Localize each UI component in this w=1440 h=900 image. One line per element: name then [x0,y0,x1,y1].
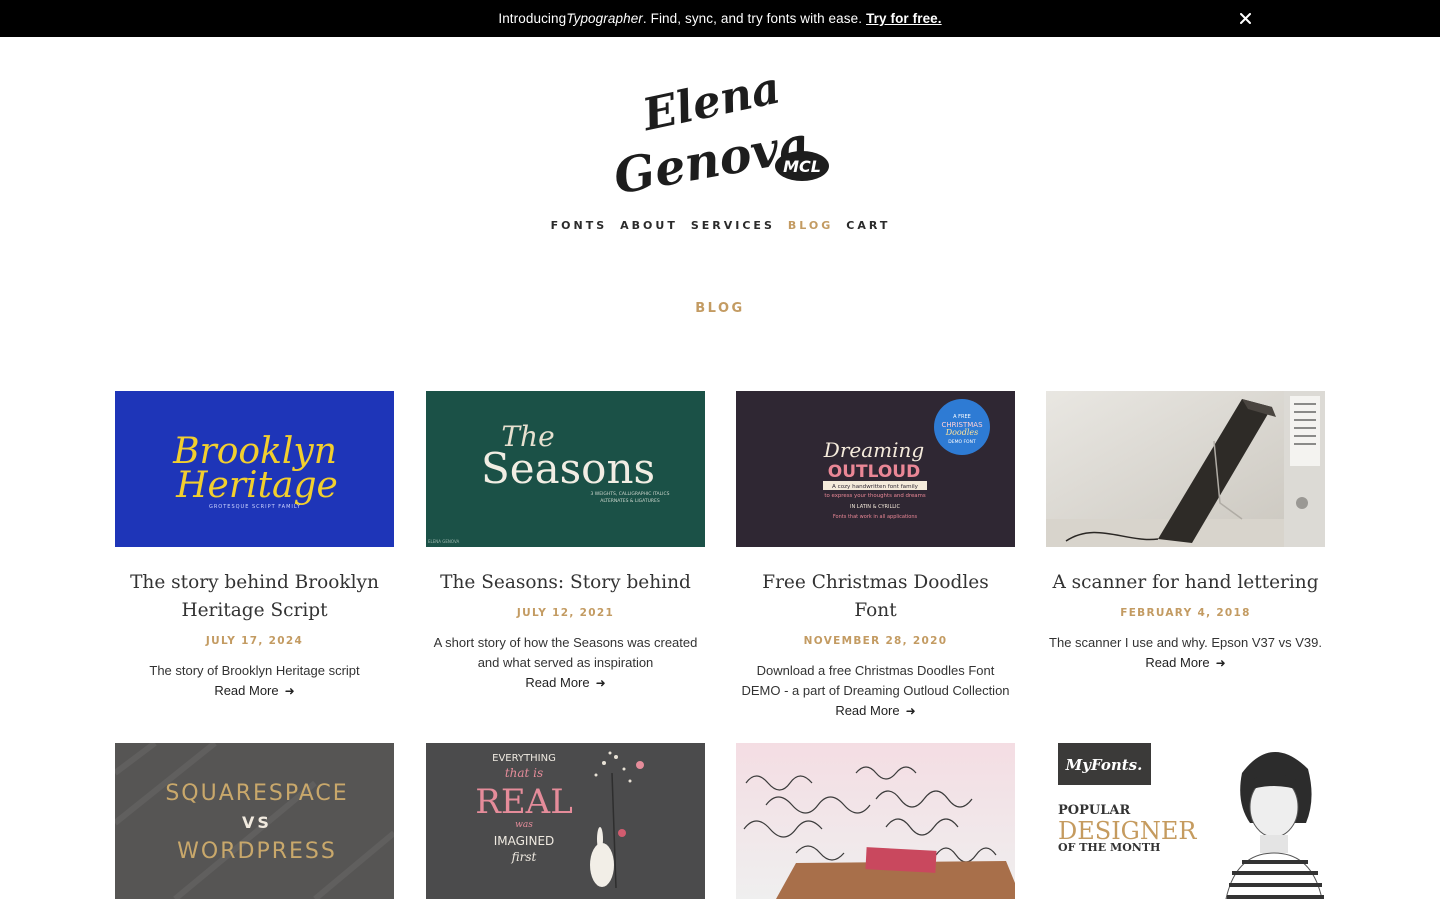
post-thumbnail-everything-real[interactable]: EVERYTHING that is REAL was IMAGINED fir… [426,743,705,899]
thumb-text: Seasons [481,444,655,493]
post-thumbnail-brooklyn[interactable]: Brooklyn Heritage GROTESQUE SCRIPT FAMIL… [115,391,394,547]
blog-card: SQUARESPACE VS WORDPRESS [115,743,394,899]
blog-card: Brooklyn Heritage GROTESQUE SCRIPT FAMIL… [115,391,394,701]
thumb-text: REAL [475,782,573,822]
post-date: NOVEMBER 28, 2020 [803,635,948,647]
post-title[interactable]: Free Christmas Doodles Font [736,569,1015,625]
blog-card: A FREE CHRISTMAS Doodles DEMO FONT Dream… [736,391,1015,721]
thumb-caption: ALTERNATES & LIGATURES [600,498,660,504]
thumb-text: to express your thoughts and dreams [824,493,926,499]
announcement-suffix: . Find, sync, and try fonts with ease. [642,11,863,26]
badge-text: A FREE [953,414,971,420]
thumb-caption: GROTESQUE SCRIPT FAMILY [209,504,301,510]
nav-cart[interactable]: CART [846,219,890,232]
blog-card: The Seasons 3 WEIGHTS, CALLIGRAPHIC ITAL… [426,391,705,693]
logo-badge-text: MCL [783,157,821,176]
blog-card [736,743,1015,899]
post-excerpt: The story of Brooklyn Heritage script [149,663,360,678]
post-thumbnail-dreaming-outloud[interactable]: A FREE CHRISTMAS Doodles DEMO FONT Dream… [736,391,1015,547]
thumb-text: IMAGINED [494,834,555,848]
read-more-link[interactable]: Read More ➜ [736,701,1015,721]
thumb-text: that is [505,766,543,780]
read-more-link[interactable]: Read More ➜ [1046,653,1325,673]
thumb-text: OUTLOUD [828,462,920,482]
thumb-text: VS [242,813,272,832]
blog-card: MyFonts. POPULAR DESIGNER OF THE MONTH [1046,743,1325,899]
blog-card: A scanner for hand lettering FEBRUARY 4,… [1046,391,1325,673]
post-date: FEBRUARY 4, 2018 [1120,607,1251,619]
post-thumbnail-squarespace-vs-wordpress[interactable]: SQUARESPACE VS WORDPRESS [115,743,394,899]
post-date: JULY 12, 2021 [516,607,615,619]
read-more-link[interactable]: Read More ➜ [426,673,705,693]
read-more-label: Read More [835,703,900,718]
post-title[interactable]: A scanner for hand lettering [1046,569,1325,597]
page-title: BLOG [695,301,745,316]
thumb-text: Dreaming [823,438,924,462]
thumb-text: A cozy handwritten font family [832,484,919,490]
thumb-credit: ELENA GENOVA [428,539,459,544]
nav-fonts[interactable]: FONTS [551,219,608,232]
nav-about[interactable]: ABOUT [620,219,678,232]
post-thumbnail-myfonts-designer[interactable]: MyFonts. POPULAR DESIGNER OF THE MONTH [1046,743,1325,899]
post-thumbnail-calligraphy-pen[interactable] [736,743,1015,899]
thumb-text: was [515,820,533,830]
post-excerpt: The scanner I use and why. Epson V37 vs … [1049,635,1322,650]
read-more-label: Read More [214,683,279,698]
read-more-label: Read More [1145,655,1210,670]
site-logo[interactable]: Elena Genova MCL [605,62,845,206]
thumb-text: WORDPRESS [177,839,337,864]
arrow-right-icon: ➜ [595,676,606,690]
thumb-text: Heritage [175,465,338,506]
thumb-text: POPULAR [1058,803,1130,818]
thumb-text: Fonts that work in all applications [833,514,918,520]
arrow-right-icon: ➜ [1215,656,1226,670]
myfonts-logo: MyFonts. [1065,756,1143,774]
thumb-caption: 3 WEIGHTS, CALLIGRAPHIC ITALICS [591,491,670,497]
thumb-text: SQUARESPACE [165,781,348,806]
post-thumbnail-seasons[interactable]: The Seasons 3 WEIGHTS, CALLIGRAPHIC ITAL… [426,391,705,547]
post-title[interactable]: The Seasons: Story behind [426,569,705,597]
close-icon[interactable] [1236,9,1254,27]
announcement-product: Typographer [566,11,643,26]
thumb-text: IN LATIN & CYRILLIC [850,504,901,510]
read-more-label: Read More [525,675,590,690]
post-date: JULY 17, 2024 [205,635,304,647]
thumb-text: EVERYTHING [492,753,556,764]
badge-text: DEMO FONT [948,439,976,445]
arrow-right-icon: ➜ [284,684,295,698]
read-more-link[interactable]: Read More ➜ [115,681,394,701]
nav-services[interactable]: SERVICES [691,219,775,232]
main-nav: FONTS ABOUT SERVICES BLOG CART [0,219,1440,232]
thumb-text: OF THE MONTH [1058,841,1160,854]
post-excerpt: A short story of how the Seasons was cre… [433,635,698,670]
try-for-free-link[interactable]: Try for free. [866,11,942,26]
nav-blog[interactable]: BLOG [788,219,833,232]
post-thumbnail-scanner[interactable] [1046,391,1325,547]
announcement-prefix: Introducing [498,11,567,26]
post-excerpt: Download a free Christmas Doodles Font D… [741,663,1010,698]
arrow-right-icon: ➜ [905,704,916,718]
thumb-text: first [511,850,537,864]
announcement-bar: Introducing Typographer . Find, sync, an… [0,0,1440,37]
badge-text: Doodles [945,428,979,437]
post-title[interactable]: The story behind Brooklyn Heritage Scrip… [115,569,394,625]
blog-card: EVERYTHING that is REAL was IMAGINED fir… [426,743,705,899]
